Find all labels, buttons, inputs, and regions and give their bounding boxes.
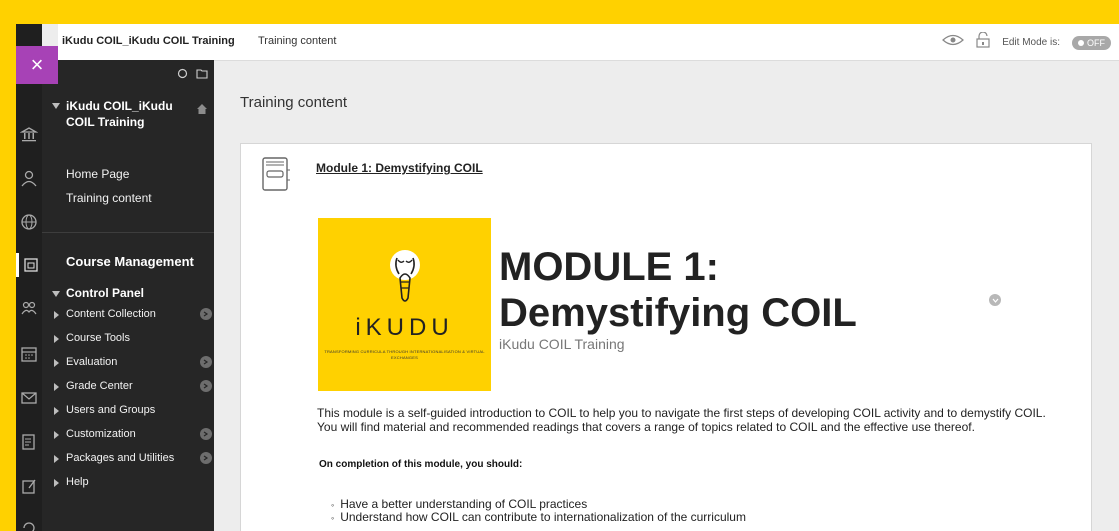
main-content: Training content Module 1: Demystifying … [214,61,1119,531]
chevron-right-icon[interactable] [200,452,212,464]
cp-item-users-and-groups[interactable]: Users and Groups [42,401,214,425]
breadcrumb-course[interactable]: iKudu COIL_iKudu COIL Training [62,35,235,47]
menu-link-home-page[interactable]: Home Page [66,167,129,181]
module-banner-image: iKUDU TRANSFORMING CURRICULA THROUGH INT… [318,218,491,391]
expand-arrow-icon [54,383,59,391]
cp-item-label: Packages and Utilities [66,452,175,464]
collapse-arrow-icon[interactable] [52,291,60,297]
edit-mode-value: OFF [1087,37,1105,48]
organizations-icon[interactable] [16,296,42,320]
expand-arrow-icon [54,311,59,319]
expand-arrow-icon [54,335,59,343]
globe-icon[interactable] [16,210,42,234]
cp-item-label: Customization [66,428,136,440]
banner-tagline: TRANSFORMING CURRICULA THROUGH INTERNATI… [324,349,485,360]
cp-item-label: Evaluation [66,356,118,368]
home-icon [197,101,207,119]
course-management-heading: Course Management [66,254,194,269]
module-heading: MODULE 1: Demystifying COIL [499,244,857,336]
institution-icon[interactable] [16,122,42,146]
cp-item-customization[interactable]: Customization [42,425,214,449]
close-menu-button[interactable]: × [16,46,58,84]
module-heading-line1: MODULE 1: [499,245,719,289]
content-item: Module 1: Demystifying COIL iKUDU TRANSF… [240,143,1092,531]
cp-item-evaluation[interactable]: Evaluation [42,353,214,377]
module-description: This module is a self-guided introductio… [317,406,1046,434]
tools-icon[interactable] [16,474,42,498]
cp-item-label: Content Collection [66,308,156,320]
chevron-right-icon[interactable] [200,356,212,368]
calendar-icon[interactable] [16,342,42,366]
menu-link-training-content[interactable]: Training content [66,191,152,205]
cp-item-content-collection[interactable]: Content Collection [42,305,214,329]
module-heading-line2: Demystifying COIL [499,291,857,335]
refresh-icon[interactable] [16,516,42,531]
cp-item-grade-center[interactable]: Grade Center [42,377,214,401]
menu-divider [42,232,214,233]
expand-arrow-icon [54,431,59,439]
expand-arrow-icon [54,359,59,367]
cp-item-label: Grade Center [66,380,133,392]
cp-item-label: Users and Groups [66,404,156,416]
courses-icon[interactable] [16,253,42,277]
content-folder-icon [261,156,291,197]
chevron-right-icon[interactable] [200,428,212,440]
lock-icon[interactable] [976,31,990,53]
global-nav-rail [16,24,42,531]
expand-arrow-icon [54,479,59,487]
top-bar: iKudu COIL_iKudu COIL Training Training … [58,24,1119,61]
app-window: × iKudu COIL_iKudu COIL Training Trainin… [16,24,1119,531]
course-menu-title[interactable]: iKudu COIL_iKudu COIL Training [66,98,194,130]
module-subheading: iKudu COIL Training [499,336,625,352]
page-title: Training content [240,94,348,111]
cp-item-course-tools[interactable]: Course Tools [42,329,214,353]
chevron-down-icon[interactable] [989,294,1001,306]
menu-tools [177,68,208,82]
expand-arrow-icon [54,407,59,415]
profile-icon[interactable] [16,166,42,190]
ikudu-logo-icon [386,248,424,311]
folder-icon[interactable] [196,68,208,82]
breadcrumb-page: Training content [258,35,337,47]
cp-item-label: Course Tools [66,332,130,344]
close-icon: × [30,52,44,77]
grades-icon[interactable] [16,430,42,454]
edit-mode-toggle[interactable]: OFF [1072,35,1111,50]
collapse-arrow-icon[interactable] [52,103,60,109]
toggle-knob [1078,39,1084,46]
chevron-right-icon[interactable] [200,308,212,320]
chevron-right-icon[interactable] [200,380,212,392]
top-right-controls: Edit Mode is: OFF [942,31,1111,53]
edit-mode-label: Edit Mode is: [1002,37,1060,48]
control-panel-heading[interactable]: Control Panel [66,286,144,300]
outcomes-list: Have a better understanding of COIL prac… [331,498,746,524]
item-title-link[interactable]: Module 1: Demystifying COIL [316,161,483,175]
list-item: Understand how COIL can contribute to in… [331,511,746,524]
expand-arrow-icon [54,455,59,463]
cp-item-label: Help [66,476,89,488]
course-menu: iKudu COIL_iKudu COIL Training Home Page… [42,60,214,531]
student-preview-icon[interactable] [942,33,965,52]
completion-heading: On completion of this module, you should… [319,459,523,470]
refresh-menu-icon[interactable] [177,68,188,82]
banner-wordmark: iKUDU [355,314,454,341]
messages-icon[interactable] [16,386,42,410]
cp-item-help[interactable]: Help [42,473,214,497]
cp-item-packages-and-utilities[interactable]: Packages and Utilities [42,449,214,473]
